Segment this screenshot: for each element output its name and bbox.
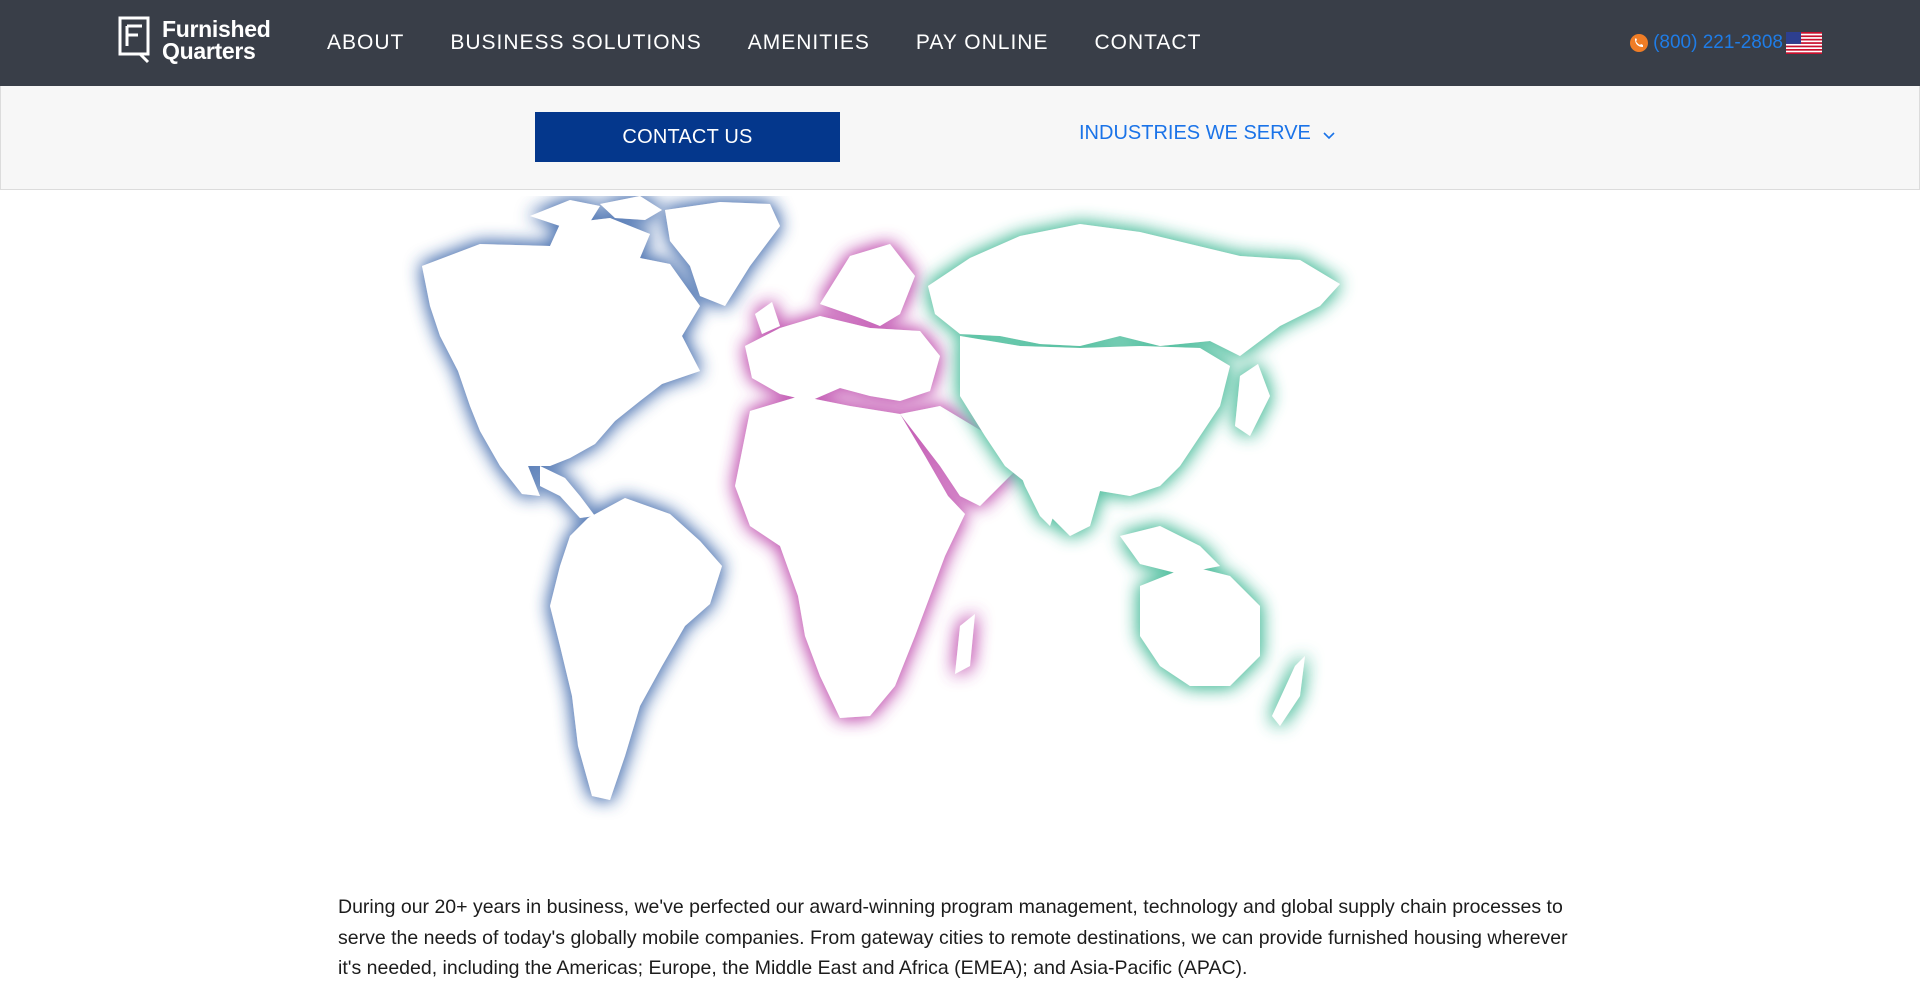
logo[interactable]: Furnished Quarters	[118, 14, 271, 66]
nav-about[interactable]: ABOUT	[327, 31, 404, 55]
nav-pay-online[interactable]: PAY ONLINE	[916, 31, 1049, 55]
logo-text: Furnished Quarters	[162, 16, 271, 64]
phone-number[interactable]: (800) 221-2808	[1653, 32, 1783, 54]
phone-contact[interactable]: (800) 221-2808	[1629, 30, 1822, 56]
sub-navigation-bar: CONTACT US INDUSTRIES WE SERVE	[0, 86, 1920, 190]
industries-we-serve-dropdown[interactable]: INDUSTRIES WE SERVE	[1079, 122, 1335, 145]
main-nav: ABOUT BUSINESS SOLUTIONS AMENITIES PAY O…	[327, 0, 1247, 86]
industries-label: INDUSTRIES WE SERVE	[1079, 122, 1311, 144]
logo-line-1: Furnished	[162, 16, 271, 42]
company-description: During our 20+ years in business, we've …	[338, 896, 1568, 979]
nav-contact[interactable]: CONTACT	[1094, 31, 1201, 55]
page: Furnished Quarters ABOUT BUSINESS SOLUTI…	[0, 0, 1920, 999]
chevron-down-icon	[1323, 131, 1335, 139]
logo-line-2: Quarters	[162, 38, 256, 64]
phone-icon	[1630, 34, 1649, 52]
logo-mark-icon	[118, 16, 150, 64]
world-map	[422, 196, 1340, 800]
contact-us-button[interactable]: CONTACT US	[535, 112, 840, 162]
nav-amenities[interactable]: AMENITIES	[748, 31, 870, 55]
us-flag-icon[interactable]	[1786, 32, 1822, 54]
nav-business-solutions[interactable]: BUSINESS SOLUTIONS	[450, 31, 701, 55]
top-navigation-bar: Furnished Quarters ABOUT BUSINESS SOLUTI…	[0, 0, 1920, 86]
region-americas	[422, 196, 780, 800]
